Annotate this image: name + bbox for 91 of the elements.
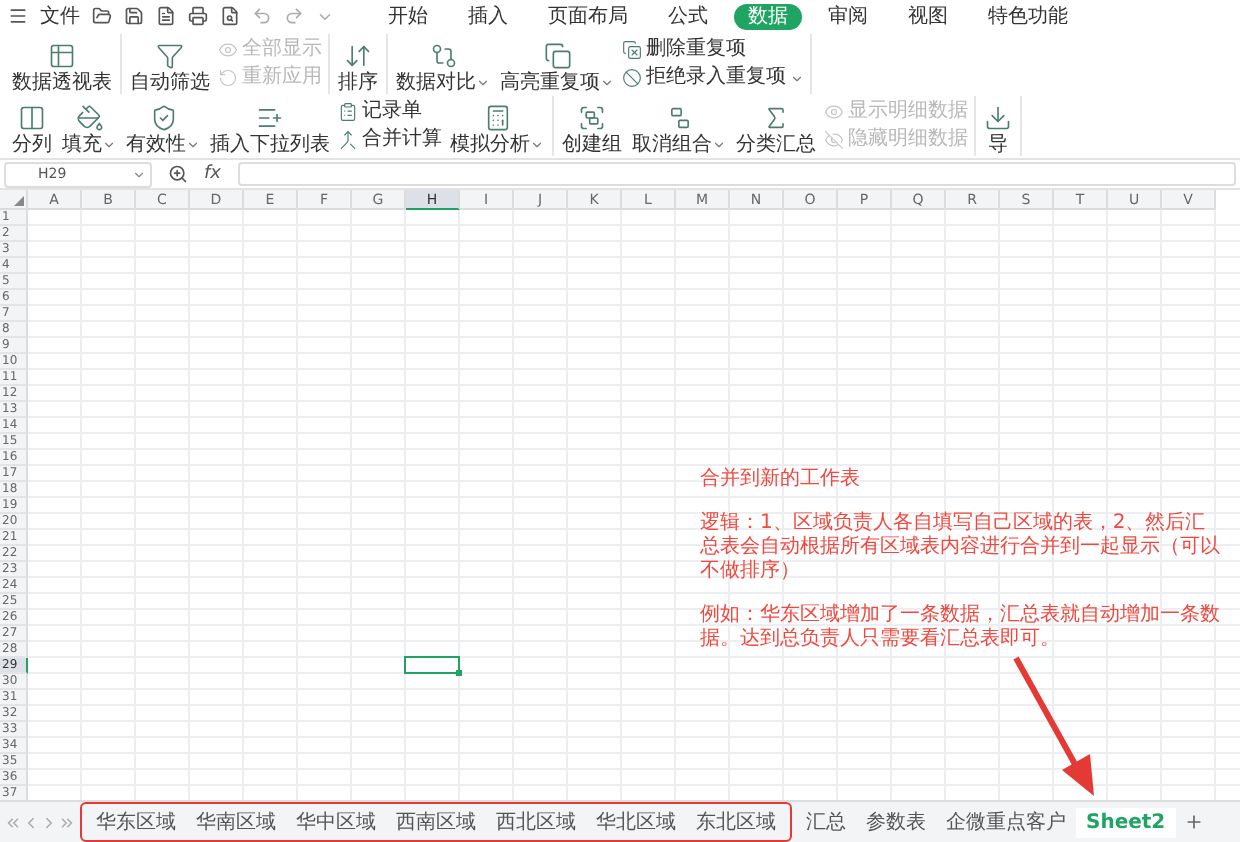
- caret-icon: [186, 138, 200, 152]
- formula-input[interactable]: [237, 162, 1236, 186]
- previous-sheet-icon[interactable]: [22, 813, 40, 831]
- shield-check-icon: [149, 104, 177, 132]
- save-icon[interactable]: [124, 6, 144, 26]
- funnel-icon: [156, 42, 184, 70]
- zoom-in-icon[interactable]: [168, 164, 188, 184]
- sheet-tab[interactable]: Sheet2: [1076, 807, 1176, 837]
- last-sheet-icon[interactable]: [58, 813, 76, 831]
- columns-icon: [18, 104, 46, 132]
- caret-icon: [530, 138, 544, 152]
- caret-icon: [102, 138, 116, 152]
- sheet-tab[interactable]: 汇总: [796, 804, 856, 840]
- download-icon: [984, 104, 1012, 132]
- add-sheet-icon[interactable]: [1183, 812, 1204, 832]
- ribbon-tab[interactable]: 公式: [654, 3, 722, 29]
- select-all-corner[interactable]: [0, 190, 28, 210]
- sheet-tab[interactable]: 华中区域: [286, 804, 386, 840]
- toolbar-button[interactable]: 合并计算: [338, 128, 442, 152]
- sheet-tab[interactable]: 西南区域: [386, 804, 486, 840]
- caret-icon: [712, 138, 726, 152]
- table-icon: [48, 42, 76, 70]
- first-sheet-icon[interactable]: [4, 813, 22, 831]
- toolbar-button[interactable]: 数据对比: [394, 34, 492, 94]
- undo-icon[interactable]: [252, 6, 272, 26]
- ribbon-tab[interactable]: 视图: [894, 3, 962, 29]
- document-icon[interactable]: [156, 6, 176, 26]
- calculator-icon: [483, 104, 511, 132]
- note-paragraph: 逻辑：1、区域负责人各自填写自己区域的表，2、然后汇总表会自动根据所有区域表内容进行合并到一起显示（可以不做排序）: [700, 512, 1222, 584]
- ungroup-icon: [665, 104, 693, 132]
- copy-icon: [543, 42, 571, 70]
- toolbar-button[interactable]: 拒绝录入重复项: [622, 66, 804, 90]
- redo-icon[interactable]: [284, 6, 304, 26]
- refresh-icon: [218, 68, 238, 88]
- menu-icon[interactable]: [8, 6, 28, 26]
- toolbar-button[interactable]: 数据透视表: [10, 34, 114, 94]
- ribbon-tab[interactable]: 页面布局: [534, 3, 642, 29]
- sheet-tab[interactable]: 参数表: [856, 804, 936, 840]
- toolbar-button[interactable]: 记录单: [338, 100, 442, 124]
- toolbar-button[interactable]: 自动筛选: [128, 34, 212, 94]
- printer-icon[interactable]: [188, 6, 208, 26]
- toolbar-button[interactable]: 创建组: [560, 96, 624, 156]
- eye-icon: [218, 40, 238, 60]
- sort-icon: [344, 42, 372, 70]
- toolbar-button[interactable]: 导: [982, 96, 1014, 156]
- ban-icon: [622, 68, 642, 88]
- caret-icon: [790, 71, 804, 85]
- ribbon-tab[interactable]: 开始: [374, 3, 442, 29]
- toolbar-button[interactable]: 排序: [336, 34, 380, 94]
- toolbar-button[interactable]: 分类汇总: [734, 96, 818, 156]
- sheet-tab[interactable]: 企微重点客户: [936, 804, 1076, 840]
- triangle-icon: [14, 196, 24, 206]
- toolbar-button[interactable]: 取消组合: [630, 96, 728, 156]
- compare-icon: [429, 42, 457, 70]
- caret-icon: [132, 167, 146, 181]
- sheet-tab[interactable]: 华南区域: [186, 804, 286, 840]
- folder-icon[interactable]: [92, 6, 112, 26]
- note-paragraph: 例如：华东区域增加了一条数据，汇总表就自动增加一条数据。达到总负责人只需要看汇总表即可。: [700, 604, 1222, 652]
- paint-bucket-icon: [75, 104, 103, 132]
- note-title: 合并到新的工作表: [700, 468, 862, 492]
- toolbar-button[interactable]: 插入下拉列表: [208, 96, 332, 156]
- ribbon-tab[interactable]: 审阅: [814, 3, 882, 29]
- ribbon-tab[interactable]: 插入: [454, 3, 522, 29]
- selected-cell[interactable]: [404, 656, 460, 674]
- caret-icon: [600, 76, 614, 90]
- list-plus-icon: [256, 104, 284, 132]
- ribbon-tab[interactable]: 特色功能: [974, 3, 1082, 29]
- toolbar-button[interactable]: 高亮重复项: [498, 34, 616, 94]
- toolbar-button[interactable]: 填充: [60, 96, 118, 156]
- function-label[interactable]: fx: [204, 164, 221, 184]
- sheet-tab[interactable]: 华北区域: [586, 804, 686, 840]
- copy-x-icon: [622, 40, 642, 60]
- merge-icon: [338, 130, 358, 150]
- toolbar-button[interactable]: 删除重复项: [622, 38, 804, 62]
- sheet-tab[interactable]: 华东区域: [86, 804, 186, 840]
- arrow: [1013, 656, 1094, 796]
- eye-off-icon: [824, 130, 844, 150]
- caret-icon: [476, 76, 490, 90]
- ribbon-tab[interactable]: 数据: [734, 3, 802, 29]
- sheet-tab[interactable]: 西北区域: [486, 804, 586, 840]
- toolbar-button[interactable]: 分列: [10, 96, 54, 156]
- eye-icon: [824, 102, 844, 122]
- toolbar-button[interactable]: 模拟分析: [448, 96, 546, 156]
- sheet-tab[interactable]: 东北区域: [686, 804, 786, 840]
- file-menu[interactable]: 文件: [40, 2, 80, 30]
- clipboard-list-icon: [338, 102, 358, 122]
- toolbar-button[interactable]: 有效性: [124, 96, 202, 156]
- sigma-icon: [762, 104, 790, 132]
- next-sheet-icon[interactable]: [40, 813, 58, 831]
- group-icon: [578, 104, 606, 132]
- preview-icon[interactable]: [220, 6, 240, 26]
